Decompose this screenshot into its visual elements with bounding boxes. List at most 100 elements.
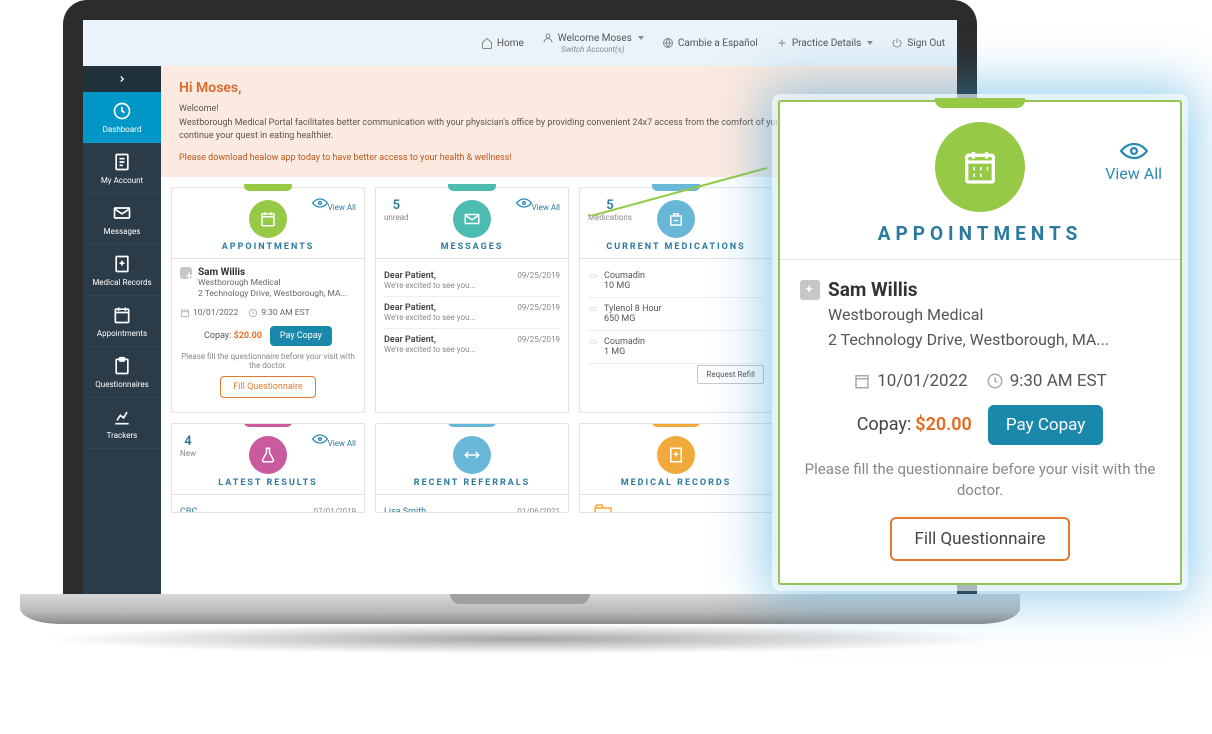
result-row[interactable]: CBCAbnormal07/01/2019 [180,501,356,513]
card-title: APPOINTMENTS [796,222,1164,245]
flask-icon [249,436,287,474]
viewall-link[interactable]: View All [516,198,560,212]
sidebar-item-dashboard[interactable]: Dashboard [83,92,161,143]
nav-practice-label: Practice Details [792,38,862,49]
viewall-label: View All [328,439,356,448]
plus-icon [776,37,788,49]
calendar-icon [112,305,132,325]
card-title: LATEST RESULTS [180,478,356,488]
mail-icon [112,203,132,223]
nav-home-label: Home [497,38,524,49]
sidebar-item-messages[interactable]: Messages [83,194,161,245]
mail-icon [453,200,491,238]
viewall-label: View All [1105,164,1162,183]
viewall-label: View All [328,203,356,212]
card-tab [448,423,496,427]
copay-amount: $20.00 [915,414,972,435]
sidebar-collapse[interactable] [83,66,161,92]
results-count: 4 [180,434,196,449]
sidebar-item-account[interactable]: My Account [83,143,161,194]
nav-language[interactable]: Cambie a Español [662,37,758,49]
msg-date: 09/25/2019 [517,303,560,322]
home-icon [481,37,493,49]
sidebar-label: Trackers [85,431,159,440]
card-appointments: View All APPOINTMENTS Sam Willis Westbor… [171,187,365,413]
med-name: Coumadin [604,337,645,347]
msg-title: Dear Patient, [384,303,517,313]
card-title: MEDICAL RECORDS [588,478,764,488]
card-tab [244,184,292,191]
fill-questionnaire-button[interactable]: Fill Questionnaire [890,517,1069,561]
med-count-label: Medications [588,213,632,222]
med-dose: 1 MG [604,347,645,357]
message-row[interactable]: Dear Patient,We're excited to see you...… [384,265,560,297]
calendar-icon [935,122,1025,212]
message-row[interactable]: Dear Patient,We're excited to see you...… [384,297,560,329]
card-medical-records: MEDICAL RECORDS [579,423,773,513]
globe-icon [662,37,674,49]
referral-name: Lisa Smith [384,507,517,513]
med-name: Tylenol 8 Hour [604,304,662,314]
fill-questionnaire-button[interactable]: Fill Questionnaire [220,376,315,398]
viewall-label: View All [532,203,560,212]
nav-welcome[interactable]: Welcome Moses Switch Account(s) [542,32,644,54]
nav-switch-label: Switch Account(s) [561,45,624,54]
records-icon [657,436,695,474]
copay-label: Copay: [204,331,231,341]
eye-icon [312,434,328,444]
msg-preview: We're excited to see you... [384,281,517,290]
calendar-icon [180,308,190,318]
power-icon [891,37,903,49]
clipboard-icon [112,356,132,376]
viewall-link[interactable]: View All [312,434,356,448]
sidebar-label: Medical Records [85,278,159,287]
appt-provider-name: Sam Willis [198,267,347,278]
transfer-icon [453,436,491,474]
appt-practice: Westborough Medical [198,278,347,289]
message-row[interactable]: Dear Patient,We're excited to see you...… [384,329,560,360]
result-name: CBC [180,507,313,513]
sidebar-item-medical-records[interactable]: Medical Records [83,245,161,296]
pill-icon [588,337,598,347]
sidebar-item-appointments[interactable]: Appointments [83,296,161,347]
nav-language-label: Cambie a Español [678,38,758,49]
nav-home[interactable]: Home [481,37,524,49]
card-tab [935,98,1025,108]
referral-row[interactable]: Lisa SmithHeadache | qui01/06/2021 [384,501,560,513]
zoom-appointments-panel: View All APPOINTMENTS Sam Willis Westbor… [778,100,1182,585]
sidebar-label: Appointments [85,329,159,338]
nav-practice[interactable]: Practice Details [776,37,874,49]
sidebar-item-trackers[interactable]: Trackers [83,398,161,449]
folder-icon [588,501,618,513]
bag-icon [800,280,820,300]
nav-signout[interactable]: Sign Out [891,37,945,49]
card-messages: 5unread View All MESSAGES Dear Patient,W… [375,187,569,413]
medication-row: Coumadin10 MG [588,265,764,298]
viewall-link[interactable]: View All [1105,142,1162,183]
card-results: 4New View All LATEST RESULTS CBCAbnormal… [171,423,365,513]
eye-icon [312,198,328,208]
card-title: APPOINTMENTS [180,242,356,252]
appt-date: 10/01/2022 [193,308,238,318]
pay-copay-button[interactable]: Pay Copay [270,326,332,346]
appt-provider-name: Sam Willis [828,278,918,301]
msg-date: 09/25/2019 [517,335,560,354]
sidebar: Dashboard My Account Messages Medical Re… [83,66,161,594]
copay-label: Copay: [857,414,912,435]
medication-row: Tylenol 8 Hour650 MG [588,298,764,331]
appt-practice: Westborough Medical [828,305,1160,326]
pill-icon [588,304,598,314]
nav-welcome-label: Welcome Moses [558,33,632,44]
viewall-link[interactable]: View All [312,198,356,212]
request-refill-button[interactable]: Request Refill [697,365,764,384]
card-tab [652,184,700,191]
pay-copay-button[interactable]: Pay Copay [988,405,1104,445]
user-icon [542,32,554,44]
card-referrals: RECENT REFERRALS Lisa SmithHeadache | qu… [375,423,569,513]
eye-icon [1120,142,1148,160]
eye-icon [516,198,532,208]
card-medications: 5Medications CURRENT MEDICATIONS Coumadi… [579,187,773,413]
calendar-icon [249,200,287,238]
sidebar-item-questionnaires[interactable]: Questionnaires [83,347,161,398]
result-date: 07/01/2019 [313,507,356,513]
